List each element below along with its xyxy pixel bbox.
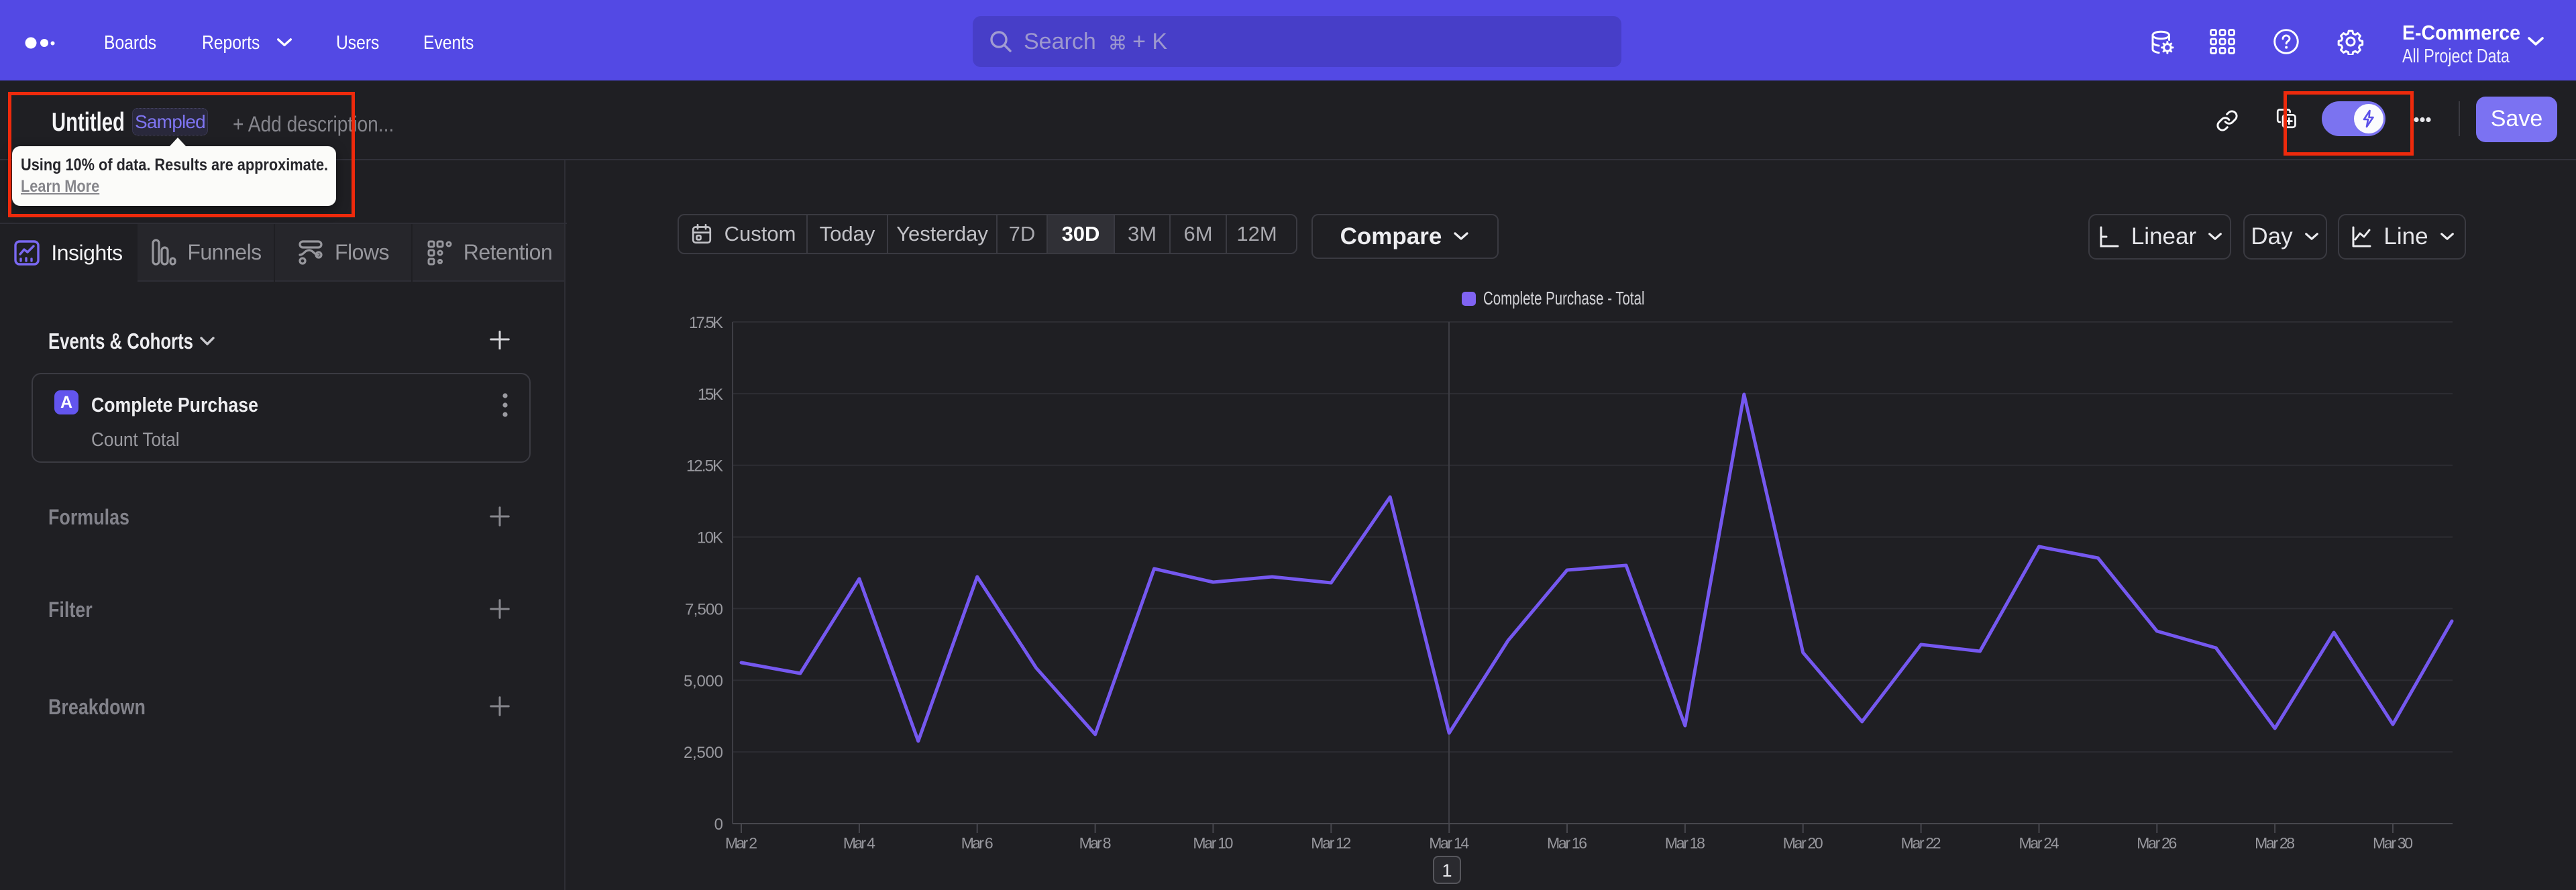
svg-text:12.5K: 12.5K <box>686 457 723 476</box>
svg-text:Mar 10: Mar 10 <box>1193 834 1233 852</box>
svg-text:Mar 12: Mar 12 <box>1311 834 1351 852</box>
svg-text:2,500: 2,500 <box>684 744 723 762</box>
svg-text:Mar 6: Mar 6 <box>961 834 994 852</box>
svg-text:Mar 24: Mar 24 <box>2019 834 2059 852</box>
svg-text:Mar 16: Mar 16 <box>1547 834 1587 852</box>
svg-text:Mar 4: Mar 4 <box>843 834 875 852</box>
svg-text:15K: 15K <box>698 386 723 404</box>
svg-text:7,500: 7,500 <box>685 600 723 618</box>
svg-text:0: 0 <box>714 816 723 834</box>
svg-text:5,000: 5,000 <box>684 672 723 690</box>
svg-text:10K: 10K <box>697 529 723 547</box>
svg-text:Mar 28: Mar 28 <box>2255 834 2295 852</box>
svg-text:17.5K: 17.5K <box>689 314 723 332</box>
svg-text:Mar 8: Mar 8 <box>1079 834 1112 852</box>
svg-text:Mar 18: Mar 18 <box>1665 834 1705 852</box>
svg-text:Mar 30: Mar 30 <box>2373 834 2413 852</box>
svg-text:Mar 2: Mar 2 <box>725 834 757 852</box>
svg-text:Mar 26: Mar 26 <box>2137 834 2177 852</box>
svg-text:Mar 20: Mar 20 <box>1783 834 1823 852</box>
svg-text:Mar 22: Mar 22 <box>1901 834 1941 852</box>
svg-text:Mar 14: Mar 14 <box>1429 834 1469 852</box>
